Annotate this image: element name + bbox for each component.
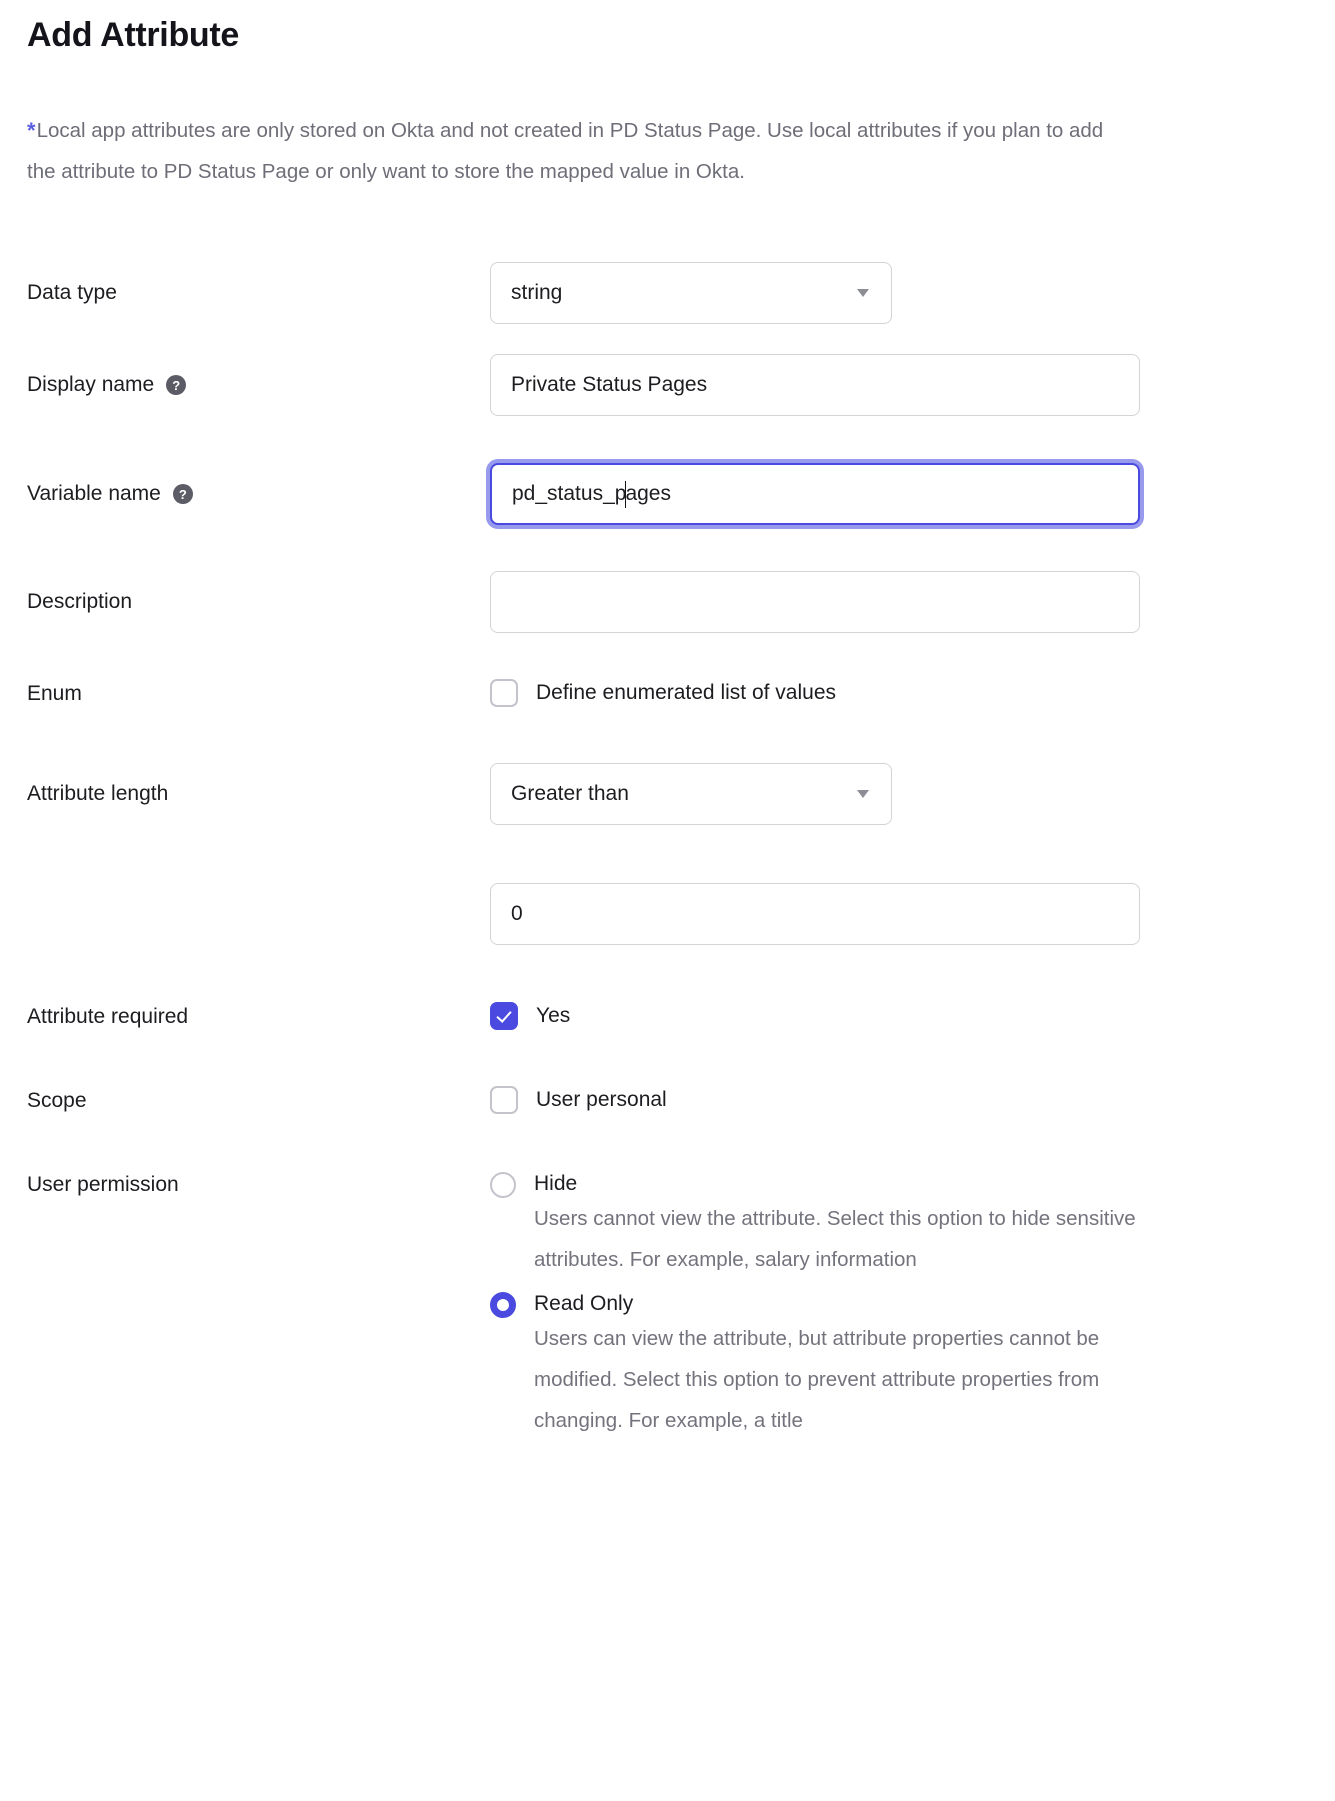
row-scope: Scope User personal: [0, 1086, 1335, 1170]
attribute-length-number-value: 0: [511, 902, 523, 925]
chevron-down-icon: [857, 790, 869, 798]
control-user-permission: Hide Users cannot view the attribute. Se…: [490, 1170, 1335, 1451]
user-permission-label-text: User permission: [27, 1173, 179, 1196]
add-attribute-page: Add Attribute *Local app attributes are …: [0, 0, 1335, 1801]
radio-hide-label: Hide: [534, 1172, 578, 1195]
add-attribute-form: Data type string Display name ? Private …: [0, 262, 1335, 1451]
help-icon[interactable]: ?: [172, 484, 193, 504]
radio-read-only[interactable]: [490, 1292, 516, 1318]
row-enum: Enum Define enumerated list of values: [0, 679, 1335, 763]
row-attribute-length: Attribute length Greater than: [0, 763, 1335, 883]
attribute-length-number-input[interactable]: 0: [490, 883, 1140, 945]
user-permission-option-hide: Hide Users cannot view the attribute. Se…: [490, 1170, 1335, 1280]
row-attribute-length-value: 0: [0, 883, 1335, 1002]
local-attribute-note: *Local app attributes are only stored on…: [27, 110, 1122, 192]
attribute-length-label-text: Attribute length: [27, 782, 169, 805]
attribute-required-checkbox[interactable]: [490, 1002, 518, 1030]
label-attribute-length: Attribute length: [0, 763, 490, 825]
variable-name-input[interactable]: pd_status_p ages: [490, 463, 1140, 525]
attribute-required-checkbox-label: Yes: [536, 1004, 571, 1027]
scope-label-text: Scope: [27, 1089, 87, 1112]
note-text: Local app attributes are only stored on …: [27, 119, 1104, 183]
display-name-input[interactable]: Private Status Pages: [490, 354, 1140, 416]
control-attribute-length: Greater than: [490, 763, 1335, 825]
enum-checkbox-label: Define enumerated list of values: [536, 681, 836, 704]
enum-checkbox-row[interactable]: Define enumerated list of values: [490, 679, 1335, 707]
radio-read-only-description: Users can view the attribute, but attrib…: [534, 1327, 1100, 1432]
page-title: Add Attribute: [27, 16, 240, 54]
attribute-length-select[interactable]: Greater than: [490, 763, 892, 825]
label-user-permission: User permission: [0, 1170, 490, 1200]
row-attribute-required: Attribute required Yes: [0, 1002, 1335, 1086]
row-description: Description: [0, 571, 1335, 679]
radio-read-only-label: Read Only: [534, 1292, 634, 1315]
label-attribute-required: Attribute required: [0, 1002, 490, 1032]
scope-checkbox[interactable]: [490, 1086, 518, 1114]
control-display-name: Private Status Pages: [490, 354, 1335, 416]
row-user-permission: User permission Hide Users cannot view t…: [0, 1170, 1335, 1451]
control-enum: Define enumerated list of values: [490, 679, 1335, 707]
label-data-type: Data type: [0, 262, 490, 324]
data-type-value: string: [511, 281, 563, 304]
control-variable-name: pd_status_p ages: [490, 463, 1335, 525]
row-variable-name: Variable name ? pd_status_p ages: [0, 463, 1335, 571]
control-attribute-required: Yes: [490, 1002, 1335, 1030]
attribute-required-checkbox-row[interactable]: Yes: [490, 1002, 1335, 1030]
help-icon[interactable]: ?: [166, 375, 187, 395]
variable-name-label-text: Variable name: [27, 482, 161, 505]
control-data-type: string: [490, 262, 1335, 324]
control-attribute-length-value: 0: [490, 883, 1335, 945]
variable-name-value-after-cursor: ages: [625, 482, 671, 505]
attribute-required-label-text: Attribute required: [27, 1005, 189, 1028]
control-scope: User personal: [490, 1086, 1335, 1114]
control-description: [490, 571, 1335, 633]
data-type-label-text: Data type: [27, 281, 117, 304]
label-attribute-length-value: [0, 883, 490, 945]
label-variable-name: Variable name ?: [0, 463, 490, 525]
display-name-label-text: Display name: [27, 373, 155, 396]
label-enum: Enum: [0, 679, 490, 709]
variable-name-value-before-cursor: pd_status_p: [512, 482, 627, 505]
description-input[interactable]: [490, 571, 1140, 633]
chevron-down-icon: [857, 289, 869, 297]
description-label-text: Description: [27, 590, 133, 613]
display-name-value: Private Status Pages: [511, 373, 708, 396]
scope-checkbox-label: User personal: [536, 1088, 667, 1111]
radio-row-read-only[interactable]: Read Only: [490, 1290, 1335, 1318]
enum-checkbox[interactable]: [490, 679, 518, 707]
asterisk-icon: *: [27, 118, 36, 143]
label-description: Description: [0, 571, 490, 633]
data-type-select[interactable]: string: [490, 262, 892, 324]
radio-hide-description: Users cannot view the attribute. Select …: [534, 1207, 1136, 1271]
radio-row-hide[interactable]: Hide: [490, 1170, 1335, 1198]
attribute-length-value: Greater than: [511, 782, 629, 805]
row-data-type: Data type string: [0, 262, 1335, 354]
enum-label-text: Enum: [27, 682, 82, 705]
label-scope: Scope: [0, 1086, 490, 1116]
scope-checkbox-row[interactable]: User personal: [490, 1086, 1335, 1114]
label-display-name: Display name ?: [0, 354, 490, 416]
user-permission-option-read-only: Read Only Users can view the attribute, …: [490, 1290, 1335, 1441]
radio-hide[interactable]: [490, 1172, 516, 1198]
row-display-name: Display name ? Private Status Pages: [0, 354, 1335, 463]
